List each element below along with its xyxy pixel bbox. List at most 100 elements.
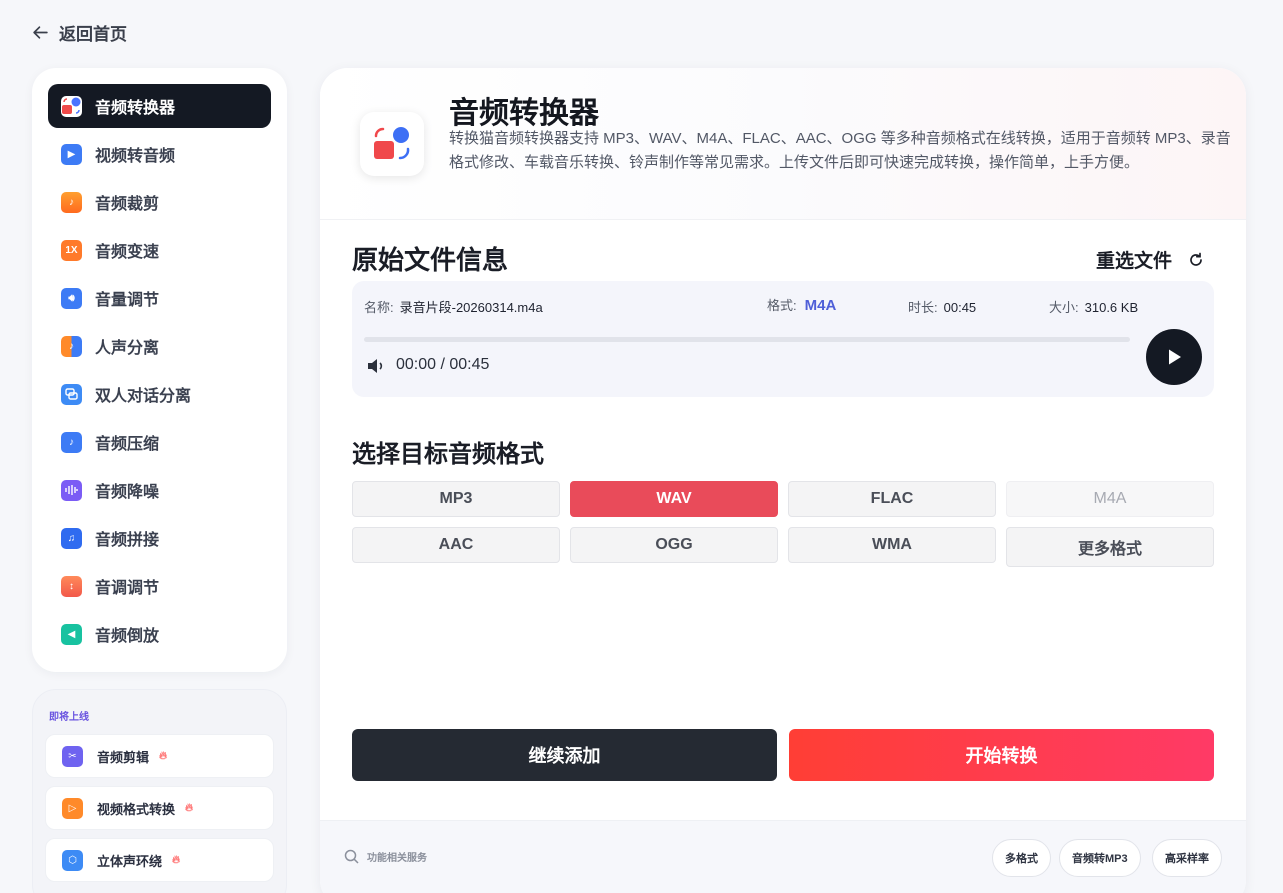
sidebar-item-label: 音频转换器: [95, 100, 176, 117]
sidebar-item-dialog-separation[interactable]: 双人对话分离: [48, 372, 271, 416]
sidebar-item-label: 音量调节: [95, 292, 160, 309]
related-services-label: 功能相关服务: [367, 853, 427, 864]
format-option-mp3[interactable]: MP3: [352, 481, 560, 517]
sidebar-item-vocal-separation[interactable]: ♪ 人声分离: [48, 324, 271, 368]
flame-icon: 🔥︎: [185, 801, 194, 814]
convert-icon: [61, 95, 82, 117]
file-size: 大小: 310.6 KB: [1049, 297, 1138, 316]
file-name-value: 录音片段-20260314.m4a: [399, 300, 543, 315]
related-services-search[interactable]: 功能相关服务: [344, 849, 427, 864]
coming-soon-item-video-format[interactable]: ▷ 视频格式转换 🔥︎: [45, 786, 274, 830]
sidebar-item-label: 双人对话分离: [95, 388, 192, 405]
coming-soon-item-label: 视频格式转换: [97, 801, 176, 817]
video-audio-icon: ▶: [61, 143, 82, 165]
sidebar-item-label: 音频倒放: [95, 628, 160, 645]
format-option-wav[interactable]: WAV: [570, 481, 778, 517]
reverse-icon: ◀: [61, 623, 82, 645]
page-title: 音频转换器: [449, 97, 599, 130]
sidebar-item-label: 音频降噪: [95, 484, 160, 501]
sidebar-item-label: 视频转音频: [95, 148, 176, 165]
sidebar-item-label: 音频拼接: [95, 532, 160, 549]
file-format-value: M4A: [804, 297, 837, 314]
coming-soon-title: 即将上线: [49, 712, 89, 723]
format-options: MP3 WAV FLAC M4A AAC OGG WMA 更多格式: [352, 481, 1214, 567]
format-option-aac[interactable]: AAC: [352, 527, 560, 563]
file-size-label: 大小:: [1049, 300, 1079, 315]
scissors-icon: ✂: [62, 745, 83, 767]
continue-add-button[interactable]: 继续添加: [352, 729, 777, 781]
refresh-icon: [1190, 252, 1202, 266]
app-logo-icon: [360, 112, 424, 176]
back-home-label: 返回首页: [59, 25, 127, 44]
coming-soon-item-audio-edit[interactable]: ✂ 音频剪辑 🔥︎: [45, 734, 274, 778]
sidebar-item-label: 音调调节: [95, 580, 160, 597]
format-option-ogg[interactable]: OGG: [570, 527, 778, 563]
reselect-label: 重选文件: [1095, 251, 1172, 272]
volume-icon: 🔊︎: [61, 287, 82, 309]
chip-multi-format[interactable]: 多格式: [992, 839, 1051, 877]
video-convert-icon: ▷: [62, 797, 83, 819]
sidebar: 音频转换器 ▶ 视频转音频 ♪ 音频裁剪 1X 音频变速 🔊︎ 音量调节 ♪ 人…: [32, 68, 287, 672]
chip-high-sample-rate[interactable]: 高采样率: [1152, 839, 1222, 877]
file-info-box: 名称: 录音片段-20260314.m4a 格式: M4A 时长: 00:45 大小:…: [352, 281, 1214, 397]
playback-progress-bar[interactable]: [364, 337, 1130, 342]
sidebar-item-pitch-adjust[interactable]: ↕ 音调调节: [48, 564, 271, 608]
merge-icon: ♫: [61, 527, 82, 549]
sidebar-item-audio-speed[interactable]: 1X 音频变速: [48, 228, 271, 272]
file-format-label: 格式:: [767, 298, 797, 313]
coming-soon-item-label: 立体声环绕: [97, 853, 163, 869]
sidebar-item-label: 音频变速: [95, 244, 160, 261]
related-services-bar: 功能相关服务 多格式 音频转MP3 高采样率: [320, 820, 1246, 893]
sidebar-item-audio-denoise[interactable]: 音频降噪: [48, 468, 271, 512]
sidebar-item-label: 音频压缩: [95, 436, 160, 453]
file-size-value: 310.6 KB: [1084, 300, 1139, 315]
format-option-m4a: M4A: [1006, 481, 1214, 517]
sidebar-item-audio-merge[interactable]: ♫ 音频拼接: [48, 516, 271, 560]
format-option-wma[interactable]: WMA: [788, 527, 996, 563]
start-convert-button[interactable]: 开始转换: [789, 729, 1214, 781]
crop-icon: ♪: [61, 191, 82, 213]
search-icon: [344, 849, 359, 864]
sidebar-item-video-to-audio[interactable]: ▶ 视频转音频: [48, 132, 271, 176]
file-duration-label: 时长:: [908, 300, 938, 315]
target-format-title: 选择目标音频格式: [352, 441, 544, 468]
arrow-left-icon: [33, 26, 48, 39]
cube-icon: ⬡: [62, 849, 83, 871]
file-name: 名称: 录音片段-20260314.m4a: [364, 297, 543, 316]
sidebar-item-volume-adjust[interactable]: 🔊︎ 音量调节: [48, 276, 271, 320]
coming-soon-item-label: 音频剪辑: [97, 749, 150, 765]
format-option-flac[interactable]: FLAC: [788, 481, 996, 517]
coming-soon-panel: 即将上线 ✂ 音频剪辑 🔥︎ ▷ 视频格式转换 🔥︎ ⬡ 立体声环绕 🔥︎: [32, 689, 287, 893]
file-info-title: 原始文件信息: [352, 245, 509, 275]
sidebar-item-audio-crop[interactable]: ♪ 音频裁剪: [48, 180, 271, 224]
dialog-icon: [61, 383, 82, 405]
tool-header: 音频转换器 转换猫音频转换器支持 MP3、WAV、M4A、FLAC、AAC、OG…: [320, 68, 1246, 220]
file-format: 格式: M4A: [767, 295, 836, 314]
coming-soon-item-stereo[interactable]: ⬡ 立体声环绕 🔥︎: [45, 838, 274, 882]
sidebar-item-audio-compress[interactable]: ♪ 音频压缩: [48, 420, 271, 464]
page-description: 转换猫音频转换器支持 MP3、WAV、M4A、FLAC、AAC、OGG 等多种音…: [449, 130, 1231, 171]
denoise-icon: [61, 479, 82, 501]
flame-icon: 🔥︎: [159, 749, 168, 762]
reselect-file-button[interactable]: 重选文件: [1096, 246, 1204, 273]
play-icon: [1169, 349, 1181, 365]
play-button[interactable]: [1146, 329, 1202, 385]
player-time: 00:00 / 00:45: [396, 356, 490, 373]
chip-audio-to-mp3[interactable]: 音频转MP3: [1059, 839, 1141, 877]
compress-icon: ♪: [61, 431, 82, 453]
file-duration-value: 00:45: [943, 300, 977, 315]
sidebar-item-label: 音频裁剪: [95, 196, 160, 213]
volume-icon[interactable]: [366, 357, 386, 375]
main-panel: 音频转换器 转换猫音频转换器支持 MP3、WAV、M4A、FLAC、AAC、OG…: [320, 68, 1246, 893]
file-duration: 时长: 00:45: [908, 297, 976, 316]
vocal-split-icon: ♪: [61, 335, 82, 357]
sidebar-item-audio-reverse[interactable]: ◀ 音频倒放: [48, 612, 271, 656]
flame-icon: 🔥︎: [172, 853, 181, 866]
sidebar-item-label: 人声分离: [95, 340, 160, 357]
file-name-label: 名称:: [364, 300, 394, 315]
speed-icon: 1X: [61, 239, 82, 261]
back-home-link[interactable]: 返回首页: [32, 20, 127, 45]
more-formats-button[interactable]: 更多格式: [1006, 527, 1214, 567]
pitch-icon: ↕: [61, 575, 82, 597]
sidebar-item-audio-converter[interactable]: 音频转换器: [48, 84, 271, 128]
